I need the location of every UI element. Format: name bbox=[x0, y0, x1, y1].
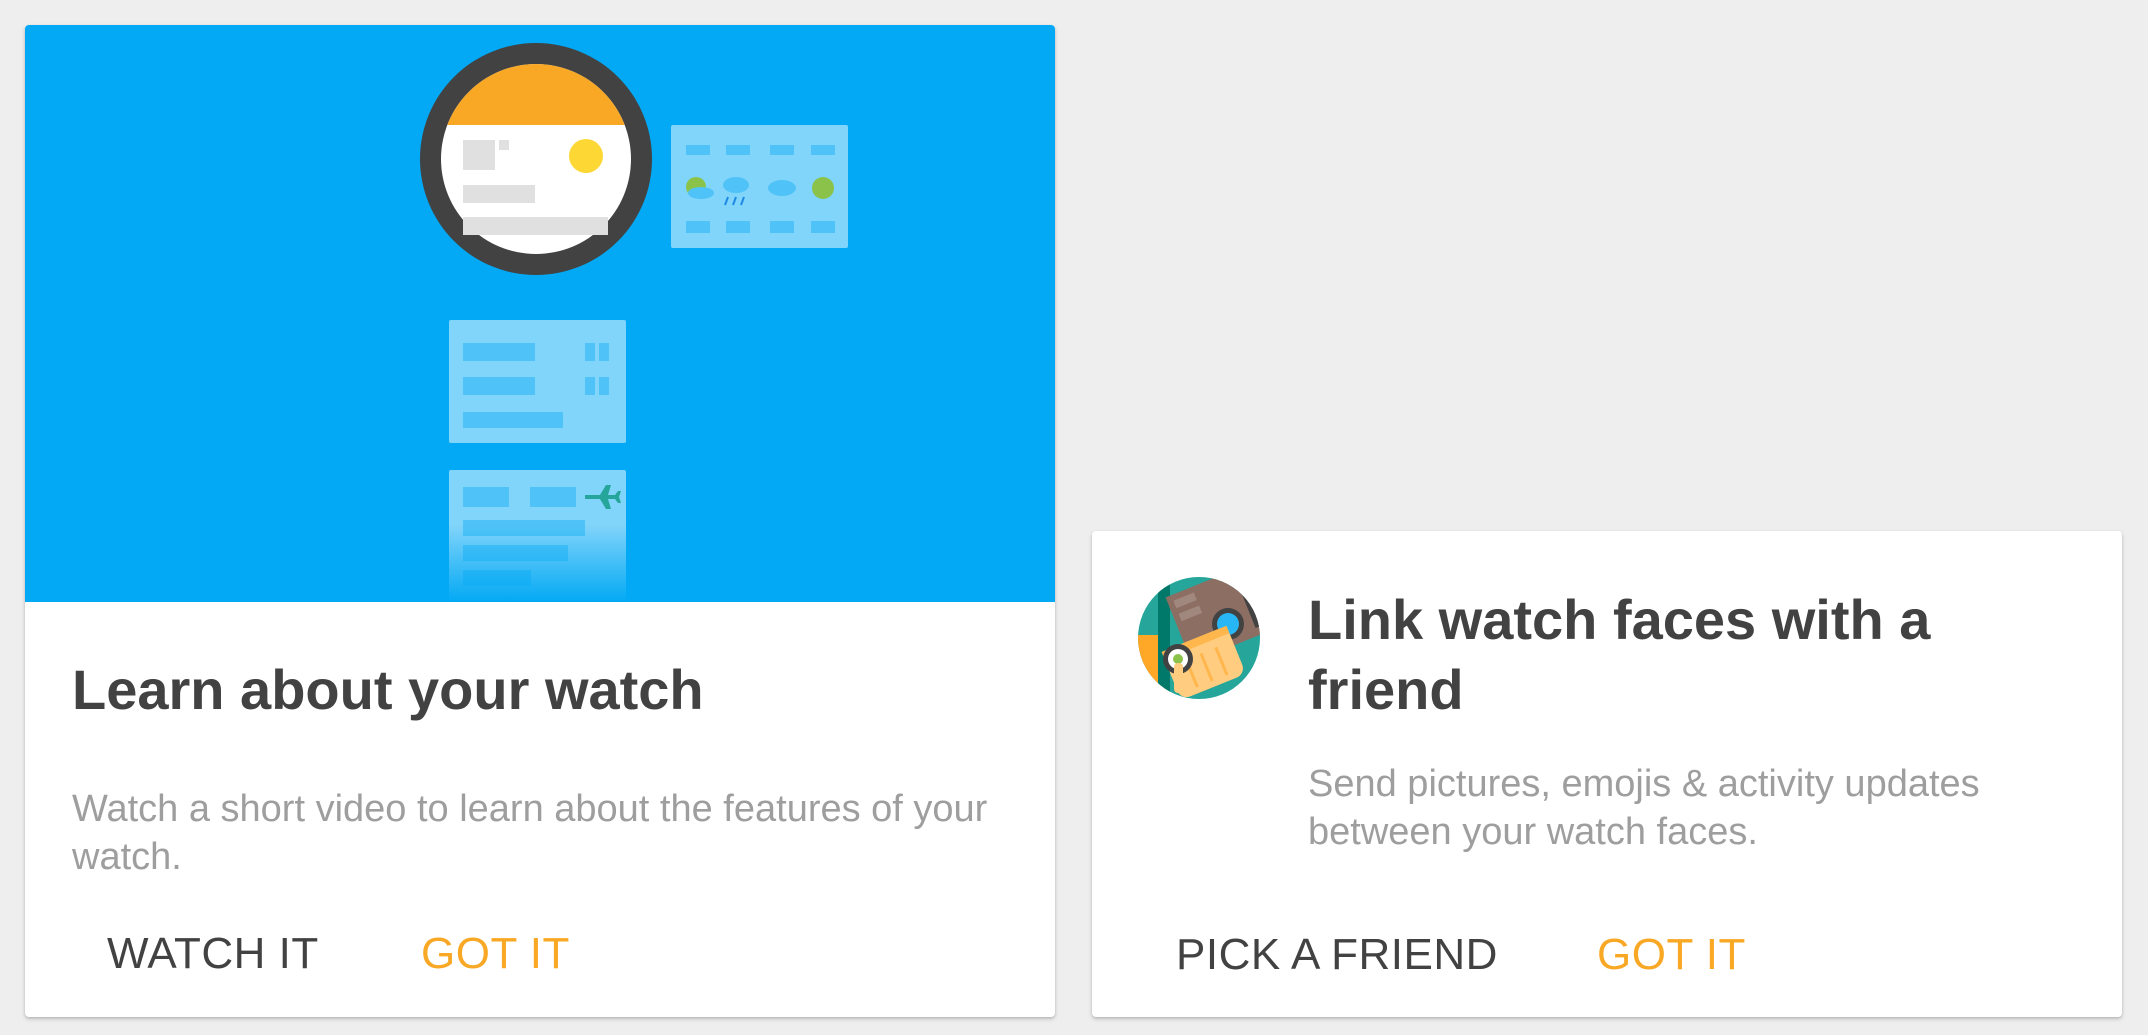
watch-it-button[interactable]: WATCH IT bbox=[107, 926, 319, 982]
flight-card-icon bbox=[445, 470, 635, 602]
got-it-button[interactable]: GOT IT bbox=[1597, 927, 1746, 983]
learn-about-watch-card: Learn about your watch Watch a short vid… bbox=[25, 25, 1055, 1017]
weather-card-icon bbox=[671, 125, 848, 248]
pick-a-friend-button[interactable]: PICK A FRIEND bbox=[1176, 927, 1498, 983]
hand-touching-watch-icon bbox=[1138, 577, 1260, 699]
info-card-icon bbox=[449, 320, 626, 443]
card-description: Send pictures, emojis & activity updates… bbox=[1308, 763, 1980, 853]
link-watch-faces-card: Link watch faces with a friend Send pict… bbox=[1092, 531, 2122, 1017]
card-description: Watch a short video to learn about the f… bbox=[72, 788, 988, 878]
card-title: Learn about your watch bbox=[72, 658, 704, 721]
got-it-button[interactable]: GOT IT bbox=[421, 926, 570, 982]
watch-face-icon bbox=[420, 43, 652, 275]
watch-illustration bbox=[25, 25, 1055, 602]
card-title: Link watch faces with a friend bbox=[1308, 588, 1931, 721]
